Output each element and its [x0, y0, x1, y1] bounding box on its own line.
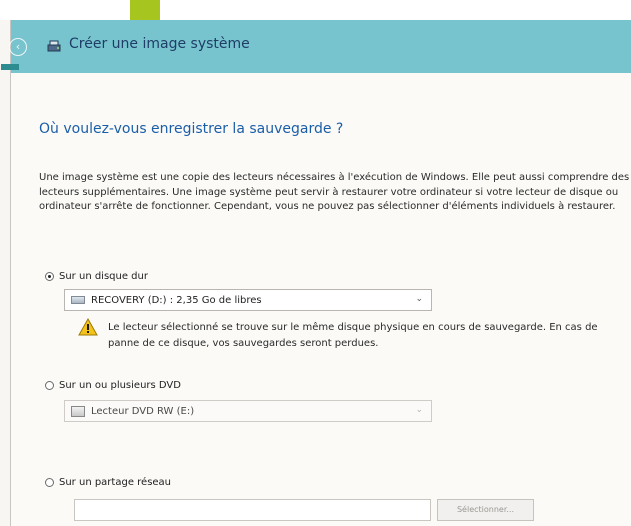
network-share-radio-option[interactable]: Sur un partage réseau: [45, 477, 171, 488]
content-area: Où voulez-vous enregistrer la sauvegarde…: [11, 73, 631, 526]
chevron-down-icon: ⌄: [415, 405, 423, 415]
hard-disk-radio-label: Sur un disque dur: [59, 271, 148, 282]
dvd-select-value: Lecteur DVD RW (E:): [91, 405, 195, 417]
hard-disk-radio[interactable]: [45, 272, 54, 281]
description-text: Une image système est une copie des lect…: [39, 172, 630, 212]
hard-drive-icon: [71, 296, 85, 304]
create-system-image-window: ‹ Créer une image système Où voulez-vous…: [1, 20, 631, 526]
network-share-radio[interactable]: [45, 478, 54, 487]
back-arrow-icon[interactable]: ‹: [9, 38, 27, 56]
network-share-radio-label: Sur un partage réseau: [59, 477, 172, 488]
top-strip: [0, 0, 631, 20]
green-accent: [130, 0, 160, 20]
dvd-select[interactable]: Lecteur DVD RW (E:) ⌄: [64, 400, 432, 422]
select-network-location-button[interactable]: Sélectionner...: [437, 499, 534, 521]
dvd-radio-label: Sur un ou plusieurs DVD: [59, 380, 181, 391]
chevron-down-icon: ⌄: [415, 294, 423, 304]
dvd-drive-icon: [71, 405, 85, 417]
hard-disk-radio-option[interactable]: Sur un disque dur: [45, 271, 148, 282]
hard-disk-select-value: RECOVERY (D:) : 2,35 Go de libres: [91, 294, 262, 306]
left-edge: [0, 20, 10, 526]
left-tab: [1, 64, 19, 70]
window-title: Créer une image système: [69, 36, 250, 52]
network-path-input[interactable]: [74, 499, 431, 521]
dvd-radio-option[interactable]: Sur un ou plusieurs DVD: [45, 380, 181, 391]
hard-disk-select[interactable]: RECOVERY (D:) : 2,35 Go de libres ⌄: [64, 289, 432, 311]
page-heading: Où voulez-vous enregistrer la sauvegarde…: [39, 121, 344, 137]
title-bar: ‹ Créer une image système: [9, 20, 631, 73]
warning-icon: [78, 318, 98, 336]
warning-text: Le lecteur sélectionné se trouve sur le …: [108, 322, 598, 349]
dvd-radio[interactable]: [45, 381, 54, 390]
screen: ‹ Créer une image système Où voulez-vous…: [0, 0, 631, 526]
system-image-icon: [47, 40, 61, 52]
